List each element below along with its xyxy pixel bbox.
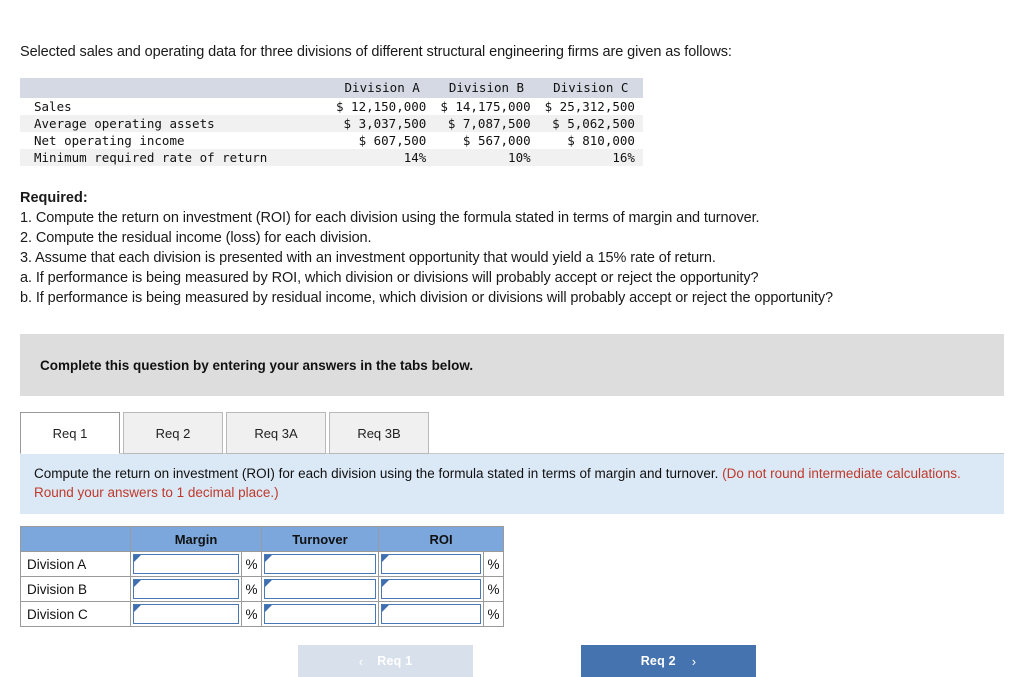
tab-req-2[interactable]: Req 2 — [123, 412, 223, 454]
turnover-cell-division-c[interactable] — [261, 601, 379, 627]
answer-header-turnover: Turnover — [261, 526, 379, 552]
chevron-right-icon: › — [691, 653, 697, 669]
next-req-button[interactable]: Req 2 › — [581, 645, 756, 677]
turnover-cell-division-a[interactable] — [261, 551, 379, 577]
roi-cell-division-a[interactable] — [378, 551, 484, 577]
table-row: Minimum required rate of return 14% 10% … — [20, 149, 643, 166]
complete-question-banner: Complete this question by entering your … — [20, 334, 1004, 396]
answer-header-blank — [20, 526, 131, 552]
answer-row-label-division-b: Division B — [20, 576, 131, 602]
net-income-division-b: $ 567,000 — [462, 133, 531, 148]
min-rate-division-b: 10% — [434, 149, 539, 166]
required-item-3a: a. If performance is being measured by R… — [20, 270, 759, 286]
roi-percent-symbol-division-c: % — [483, 601, 504, 627]
answer-table-body: Division A % % Division B % % Division C… — [20, 551, 504, 627]
table-row: Division C % % — [20, 601, 504, 627]
tab-bar: Req 1 Req 2 Req 3A Req 3B — [20, 410, 1004, 454]
min-rate-division-c: 16% — [538, 149, 643, 166]
margin-input-division-c[interactable] — [133, 604, 239, 624]
turnover-cell-division-b[interactable] — [261, 576, 379, 602]
answer-row-label-division-c: Division C — [20, 601, 131, 627]
roi-answer-table: Margin Turnover ROI Division A % % Divis… — [20, 526, 504, 627]
tab-req-1[interactable]: Req 1 — [20, 412, 120, 454]
navigation-buttons: ‹ Req 1 Req 2 › — [20, 645, 1004, 677]
margin-input-division-b[interactable] — [133, 579, 239, 599]
roi-percent-symbol-division-b: % — [483, 576, 504, 602]
avg-assets-division-a: $ 3,037,500 — [330, 115, 435, 132]
roi-input-division-c[interactable] — [381, 604, 481, 624]
previous-req-button[interactable]: ‹ Req 1 — [298, 645, 473, 677]
answer-table-wrapper: Margin Turnover ROI Division A % % Divis… — [20, 526, 1004, 627]
turnover-input-division-c[interactable] — [264, 604, 376, 624]
net-income-division-a: $ 607,500 — [358, 133, 427, 148]
table-row: Division A % % — [20, 551, 504, 577]
instruction-banner: Compute the return on investment (ROI) f… — [20, 454, 1004, 514]
sales-division-c: $ 25,312,500 — [544, 99, 635, 114]
data-table-header-division-a: Division A — [330, 78, 435, 98]
tab-req-3b[interactable]: Req 3B — [329, 412, 429, 454]
roi-input-division-a[interactable] — [381, 554, 481, 574]
margin-cell-division-c[interactable] — [130, 601, 242, 627]
tab-req-3a-label: Req 3A — [254, 425, 298, 441]
required-item-3b: b. If performance is being measured by r… — [20, 290, 834, 306]
roi-input-division-b[interactable] — [381, 579, 481, 599]
table-row: Sales $ 12,150,000 $ 14,175,000 $ 25,312… — [20, 98, 643, 115]
roi-cell-division-b[interactable] — [378, 576, 484, 602]
min-rate-division-a: 14% — [330, 149, 435, 166]
row-label-net-operating-income: Net operating income — [34, 133, 185, 148]
answer-header-roi: ROI — [378, 526, 504, 552]
row-label-avg-operating-assets: Average operating assets — [20, 115, 330, 132]
complete-question-text: Complete this question by entering your … — [40, 357, 474, 373]
sales-division-a: $ 12,150,000 — [336, 99, 427, 114]
tab-req-1-label: Req 1 — [52, 425, 88, 441]
turnover-input-division-b[interactable] — [264, 579, 376, 599]
data-table-wrapper: Division A Division B Division C Sales $… — [20, 78, 1004, 166]
table-row: Division B % % — [20, 576, 504, 602]
tab-req-2-label: Req 2 — [155, 425, 191, 441]
answer-table-head: Margin Turnover ROI — [20, 526, 504, 552]
divisions-data-table: Division A Division B Division C Sales $… — [20, 78, 643, 166]
row-label-min-required-rate: Minimum required rate of return — [20, 149, 330, 166]
tab-req-3a[interactable]: Req 3A — [226, 412, 326, 454]
sales-division-b: $ 14,175,000 — [440, 99, 531, 114]
answer-table-header-row: Margin Turnover ROI — [20, 526, 504, 552]
tab-req-3b-label: Req 3B — [357, 425, 401, 441]
data-table-header-row: Division A Division B Division C — [20, 78, 643, 98]
previous-req-label: Req 1 — [377, 654, 413, 668]
data-table-header-division-c: Division C — [538, 78, 643, 98]
data-table-header-blank — [20, 78, 330, 98]
required-item-1: 1. Compute the return on investment (ROI… — [20, 210, 760, 226]
required-heading: Required: — [20, 190, 88, 206]
margin-percent-symbol-division-c: % — [241, 601, 262, 627]
turnover-input-division-a[interactable] — [264, 554, 376, 574]
answer-row-label-division-a: Division A — [20, 551, 131, 577]
next-req-label: Req 2 — [640, 654, 676, 668]
margin-percent-symbol-division-a: % — [241, 551, 262, 577]
table-row: Net operating income $ 607,500 $ 567,000… — [20, 132, 643, 149]
required-item-2: 2. Compute the residual income (loss) fo… — [20, 230, 372, 246]
intro-paragraph: Selected sales and operating data for th… — [20, 44, 732, 60]
net-income-division-c: $ 810,000 — [567, 133, 635, 148]
question-page: Selected sales and operating data for th… — [0, 0, 1024, 677]
answer-header-margin: Margin — [130, 526, 262, 552]
margin-input-division-a[interactable] — [133, 554, 239, 574]
margin-cell-division-b[interactable] — [130, 576, 242, 602]
avg-assets-division-c: $ 5,062,500 — [538, 115, 643, 132]
data-table-body: Sales $ 12,150,000 $ 14,175,000 $ 25,312… — [20, 98, 643, 166]
table-row: Average operating assets $ 3,037,500 $ 7… — [20, 115, 643, 132]
data-table-head: Division A Division B Division C — [20, 78, 643, 98]
roi-percent-symbol-division-a: % — [483, 551, 504, 577]
required-item-3: 3. Assume that each division is presente… — [20, 250, 716, 266]
avg-assets-division-b: $ 7,087,500 — [434, 115, 539, 132]
data-table-header-division-b: Division B — [434, 78, 539, 98]
instruction-main-text: Compute the return on investment (ROI) f… — [34, 466, 719, 481]
margin-cell-division-a[interactable] — [130, 551, 242, 577]
margin-percent-symbol-division-b: % — [241, 576, 262, 602]
required-section: Required: 1. Compute the return on inves… — [20, 188, 1004, 308]
chevron-left-icon: ‹ — [358, 653, 364, 669]
row-label-sales: Sales — [34, 99, 72, 114]
roi-cell-division-c[interactable] — [378, 601, 484, 627]
